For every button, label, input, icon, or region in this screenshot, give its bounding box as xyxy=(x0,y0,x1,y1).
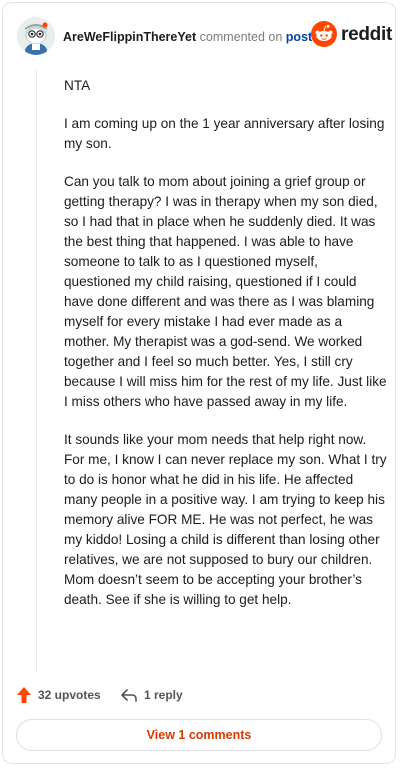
view-comments-button[interactable]: View 1 comments xyxy=(16,719,382,751)
comment-paragraph: Can you talk to mom about joining a grie… xyxy=(64,174,387,409)
comment-meta: AreWeFlippinThereYet commented on post xyxy=(63,29,312,45)
username-link[interactable]: AreWeFlippinThereYet xyxy=(63,30,196,44)
snoo-avatar-icon xyxy=(17,17,55,55)
comment-paragraph: NTA xyxy=(64,78,91,93)
comment-card: AreWeFlippinThereYet commented on post r… xyxy=(2,2,396,764)
upvote-button[interactable]: 32 upvotes xyxy=(16,684,101,706)
comment-actions: 32 upvotes 1 reply xyxy=(16,684,376,706)
post-link[interactable]: post xyxy=(286,30,312,44)
action-text: commented on xyxy=(199,30,283,44)
user-avatar[interactable] xyxy=(17,17,55,55)
reddit-logo[interactable]: reddit xyxy=(311,19,392,49)
comment-paragraph: I am coming up on the 1 year anniversary… xyxy=(64,116,385,151)
reddit-wordmark: reddit xyxy=(341,24,392,45)
comment-header: AreWeFlippinThereYet commented on post r… xyxy=(17,17,392,57)
comment-body: NTA I am coming up on the 1 year anniver… xyxy=(64,76,388,628)
reddit-alien-icon xyxy=(311,21,337,47)
thread-line xyxy=(36,69,37,673)
upvote-count: 32 upvotes xyxy=(38,688,101,702)
reply-count: 1 reply xyxy=(144,688,183,702)
reply-button[interactable]: 1 reply xyxy=(120,684,183,706)
reply-arrow-icon xyxy=(121,689,137,702)
upvote-arrow-icon xyxy=(17,687,31,703)
comment-paragraph: It sounds like your mom needs that help … xyxy=(64,432,387,607)
